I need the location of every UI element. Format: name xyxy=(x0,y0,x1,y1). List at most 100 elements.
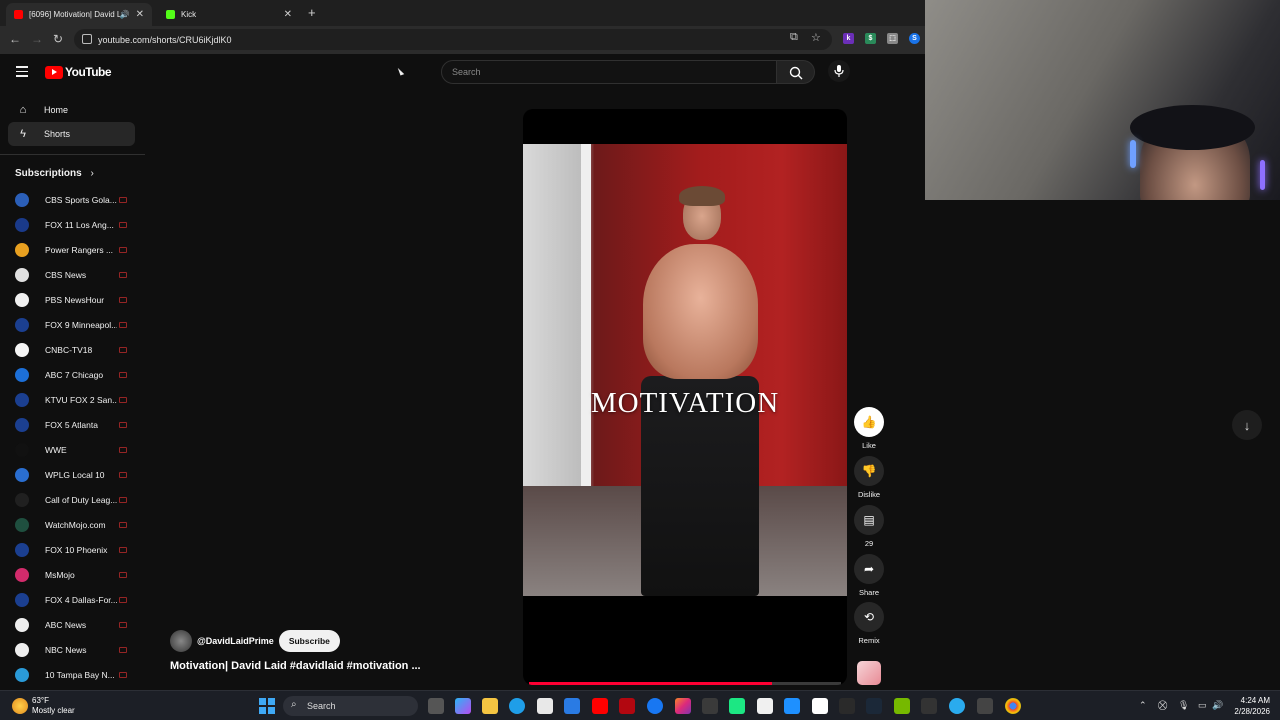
live-indicator-icon xyxy=(119,397,127,403)
telegram-icon[interactable] xyxy=(949,698,965,714)
sidebar-subscription-item[interactable]: CBS News xyxy=(15,266,133,284)
clock-date: 2/28/2026 xyxy=(1234,707,1270,716)
sound-thumbnail[interactable] xyxy=(857,661,881,685)
search-button[interactable] xyxy=(777,60,815,84)
chrome-icon[interactable] xyxy=(1005,698,1021,714)
instagram-icon[interactable] xyxy=(675,698,691,714)
extension-k-icon[interactable]: k xyxy=(843,33,854,44)
reload-icon[interactable]: ↻ xyxy=(53,32,63,46)
channel-handle[interactable]: @DavidLaidPrime xyxy=(197,636,274,646)
youtube-play-icon xyxy=(45,65,63,79)
amazon-icon[interactable] xyxy=(757,698,773,714)
menu-icon[interactable] xyxy=(16,66,28,80)
close-tab-icon[interactable]: ✕ xyxy=(284,9,292,20)
channel-avatar xyxy=(15,518,29,532)
address-bar[interactable]: youtube.com/shorts/CRU6iKjdlK0 xyxy=(74,29,832,50)
volume-icon[interactable]: 🔊 xyxy=(1212,700,1223,711)
task-view-icon[interactable] xyxy=(428,698,444,714)
remix-button[interactable]: ⟲ Remix xyxy=(854,602,884,645)
mail-icon[interactable] xyxy=(564,698,580,714)
comments-button[interactable]: ▤ 29 xyxy=(854,505,884,548)
subscribe-button[interactable]: Subscribe xyxy=(278,630,340,652)
comments-count: 29 xyxy=(864,539,874,548)
subscriptions-heading[interactable]: Subscriptions › xyxy=(15,168,94,179)
tab-youtube[interactable]: [6096] Motivation| David Laid 🔊 ✕ xyxy=(6,3,152,26)
live-indicator-icon xyxy=(119,322,127,328)
epic-games-icon[interactable] xyxy=(921,698,937,714)
sidebar-subscription-item[interactable]: CBS Sports Gola... xyxy=(15,191,133,209)
progress-bar[interactable] xyxy=(529,682,841,685)
edge-icon[interactable] xyxy=(509,698,525,714)
forward-icon[interactable]: → xyxy=(31,32,43,46)
shorts-player[interactable]: MOTIVATION xyxy=(523,109,847,685)
sidebar-subscription-item[interactable]: KTVU FOX 2 San... xyxy=(15,391,133,409)
sidebar-subscription-item[interactable]: NBC News xyxy=(15,641,133,659)
sidebar-subscription-item[interactable]: WPLG Local 10 xyxy=(15,466,133,484)
sidebar-subscription-item[interactable]: ABC News xyxy=(15,616,133,634)
sidebar-subscription-item[interactable]: WWE xyxy=(15,441,133,459)
network-icon[interactable]: ⛒ xyxy=(1158,700,1167,711)
youtube-logo[interactable]: YouTube xyxy=(45,65,112,79)
steam-icon[interactable] xyxy=(866,698,882,714)
app-icon[interactable] xyxy=(839,698,855,714)
extension-blue-icon[interactable]: S xyxy=(909,33,920,44)
app-icon[interactable] xyxy=(977,698,993,714)
sidebar-subscription-item[interactable]: CNBC-TV18 xyxy=(15,341,133,359)
like-label: Like xyxy=(862,441,876,450)
bookmark-star-icon[interactable]: ☆ xyxy=(811,31,821,44)
weather-widget[interactable]: 63°F Mostly clear xyxy=(12,696,75,716)
sidebar-subscription-item[interactable]: Call of Duty Leag... xyxy=(15,491,133,509)
dislike-label: Dislike xyxy=(857,490,881,499)
sidebar-subscription-item[interactable]: ABC 7 Chicago xyxy=(15,366,133,384)
channel-avatar[interactable] xyxy=(170,630,192,652)
voice-search-button[interactable] xyxy=(828,60,850,82)
dislike-button[interactable]: 👎 Dislike xyxy=(854,456,884,499)
sidebar-subscription-item[interactable]: FOX 4 Dallas-For... xyxy=(15,591,133,609)
chevron-up-icon[interactable]: ⌃ xyxy=(1139,700,1147,711)
roblox-icon[interactable] xyxy=(812,698,828,714)
headset-light xyxy=(1260,160,1265,190)
search-placeholder: Search xyxy=(452,67,481,77)
video-title[interactable]: Motivation| David Laid #davidlaid #motiv… xyxy=(170,660,421,672)
sidebar-subscription-item[interactable]: 10 Tampa Bay N... xyxy=(15,666,133,684)
back-icon[interactable]: ← xyxy=(9,32,21,46)
tab-title: [6096] Motivation| David Laid xyxy=(29,10,120,19)
extension-price-icon[interactable]: $ xyxy=(865,33,876,44)
sidebar-subscription-item[interactable]: FOX 10 Phoenix xyxy=(15,541,133,559)
app-icon[interactable] xyxy=(702,698,718,714)
install-app-icon[interactable]: ⧉ xyxy=(790,31,798,44)
sidebar-subscription-item[interactable]: Power Rangers ... xyxy=(15,241,133,259)
extension-puzzle-icon[interactable]: ⬚ xyxy=(887,33,898,44)
facebook-icon[interactable] xyxy=(647,698,663,714)
copilot-icon[interactable] xyxy=(455,698,471,714)
sidebar-item-home[interactable]: ⌂ Home xyxy=(8,98,135,122)
sidebar-subscription-item[interactable]: MsMojo xyxy=(15,566,133,584)
sidebar-item-shorts[interactable]: ϟ Shorts xyxy=(8,122,135,146)
next-short-button[interactable]: ↓ xyxy=(1232,410,1262,440)
sidebar-subscription-item[interactable]: WatchMojo.com xyxy=(15,516,133,534)
windows-start-icon[interactable] xyxy=(259,698,275,714)
new-tab-icon[interactable]: + xyxy=(308,5,316,20)
system-clock[interactable]: 4:24 AM 2/28/2026 xyxy=(1228,695,1270,717)
youtube-app-icon[interactable] xyxy=(592,698,608,714)
sidebar-subscription-item[interactable]: FOX 5 Atlanta xyxy=(15,416,133,434)
site-info-icon[interactable] xyxy=(82,34,92,44)
microphone-icon[interactable]: 🎙 xyxy=(1178,700,1189,711)
sidebar-item-label: Home xyxy=(44,105,69,115)
sidebar-subscription-item[interactable]: PBS NewsHour xyxy=(15,291,133,309)
display-icon[interactable]: ▭ xyxy=(1198,700,1207,711)
tab-kick[interactable]: Kick ✕ xyxy=(158,3,300,26)
hulu-icon[interactable] xyxy=(729,698,745,714)
sidebar-subscription-item[interactable]: FOX 11 Los Ang... xyxy=(15,216,133,234)
nvidia-icon[interactable] xyxy=(894,698,910,714)
search-input[interactable]: Search xyxy=(441,60,777,84)
file-explorer-icon[interactable] xyxy=(482,698,498,714)
sidebar-subscription-item[interactable]: FOX 9 Minneapol... xyxy=(15,316,133,334)
like-button[interactable]: 👍 Like xyxy=(854,407,884,450)
app-icon[interactable] xyxy=(784,698,800,714)
close-tab-icon[interactable]: ✕ xyxy=(136,9,144,20)
netflix-icon[interactable] xyxy=(619,698,635,714)
share-button[interactable]: ➦ Share xyxy=(854,554,884,597)
taskbar-search[interactable]: ⌕ Search xyxy=(283,696,418,716)
store-icon[interactable] xyxy=(537,698,553,714)
